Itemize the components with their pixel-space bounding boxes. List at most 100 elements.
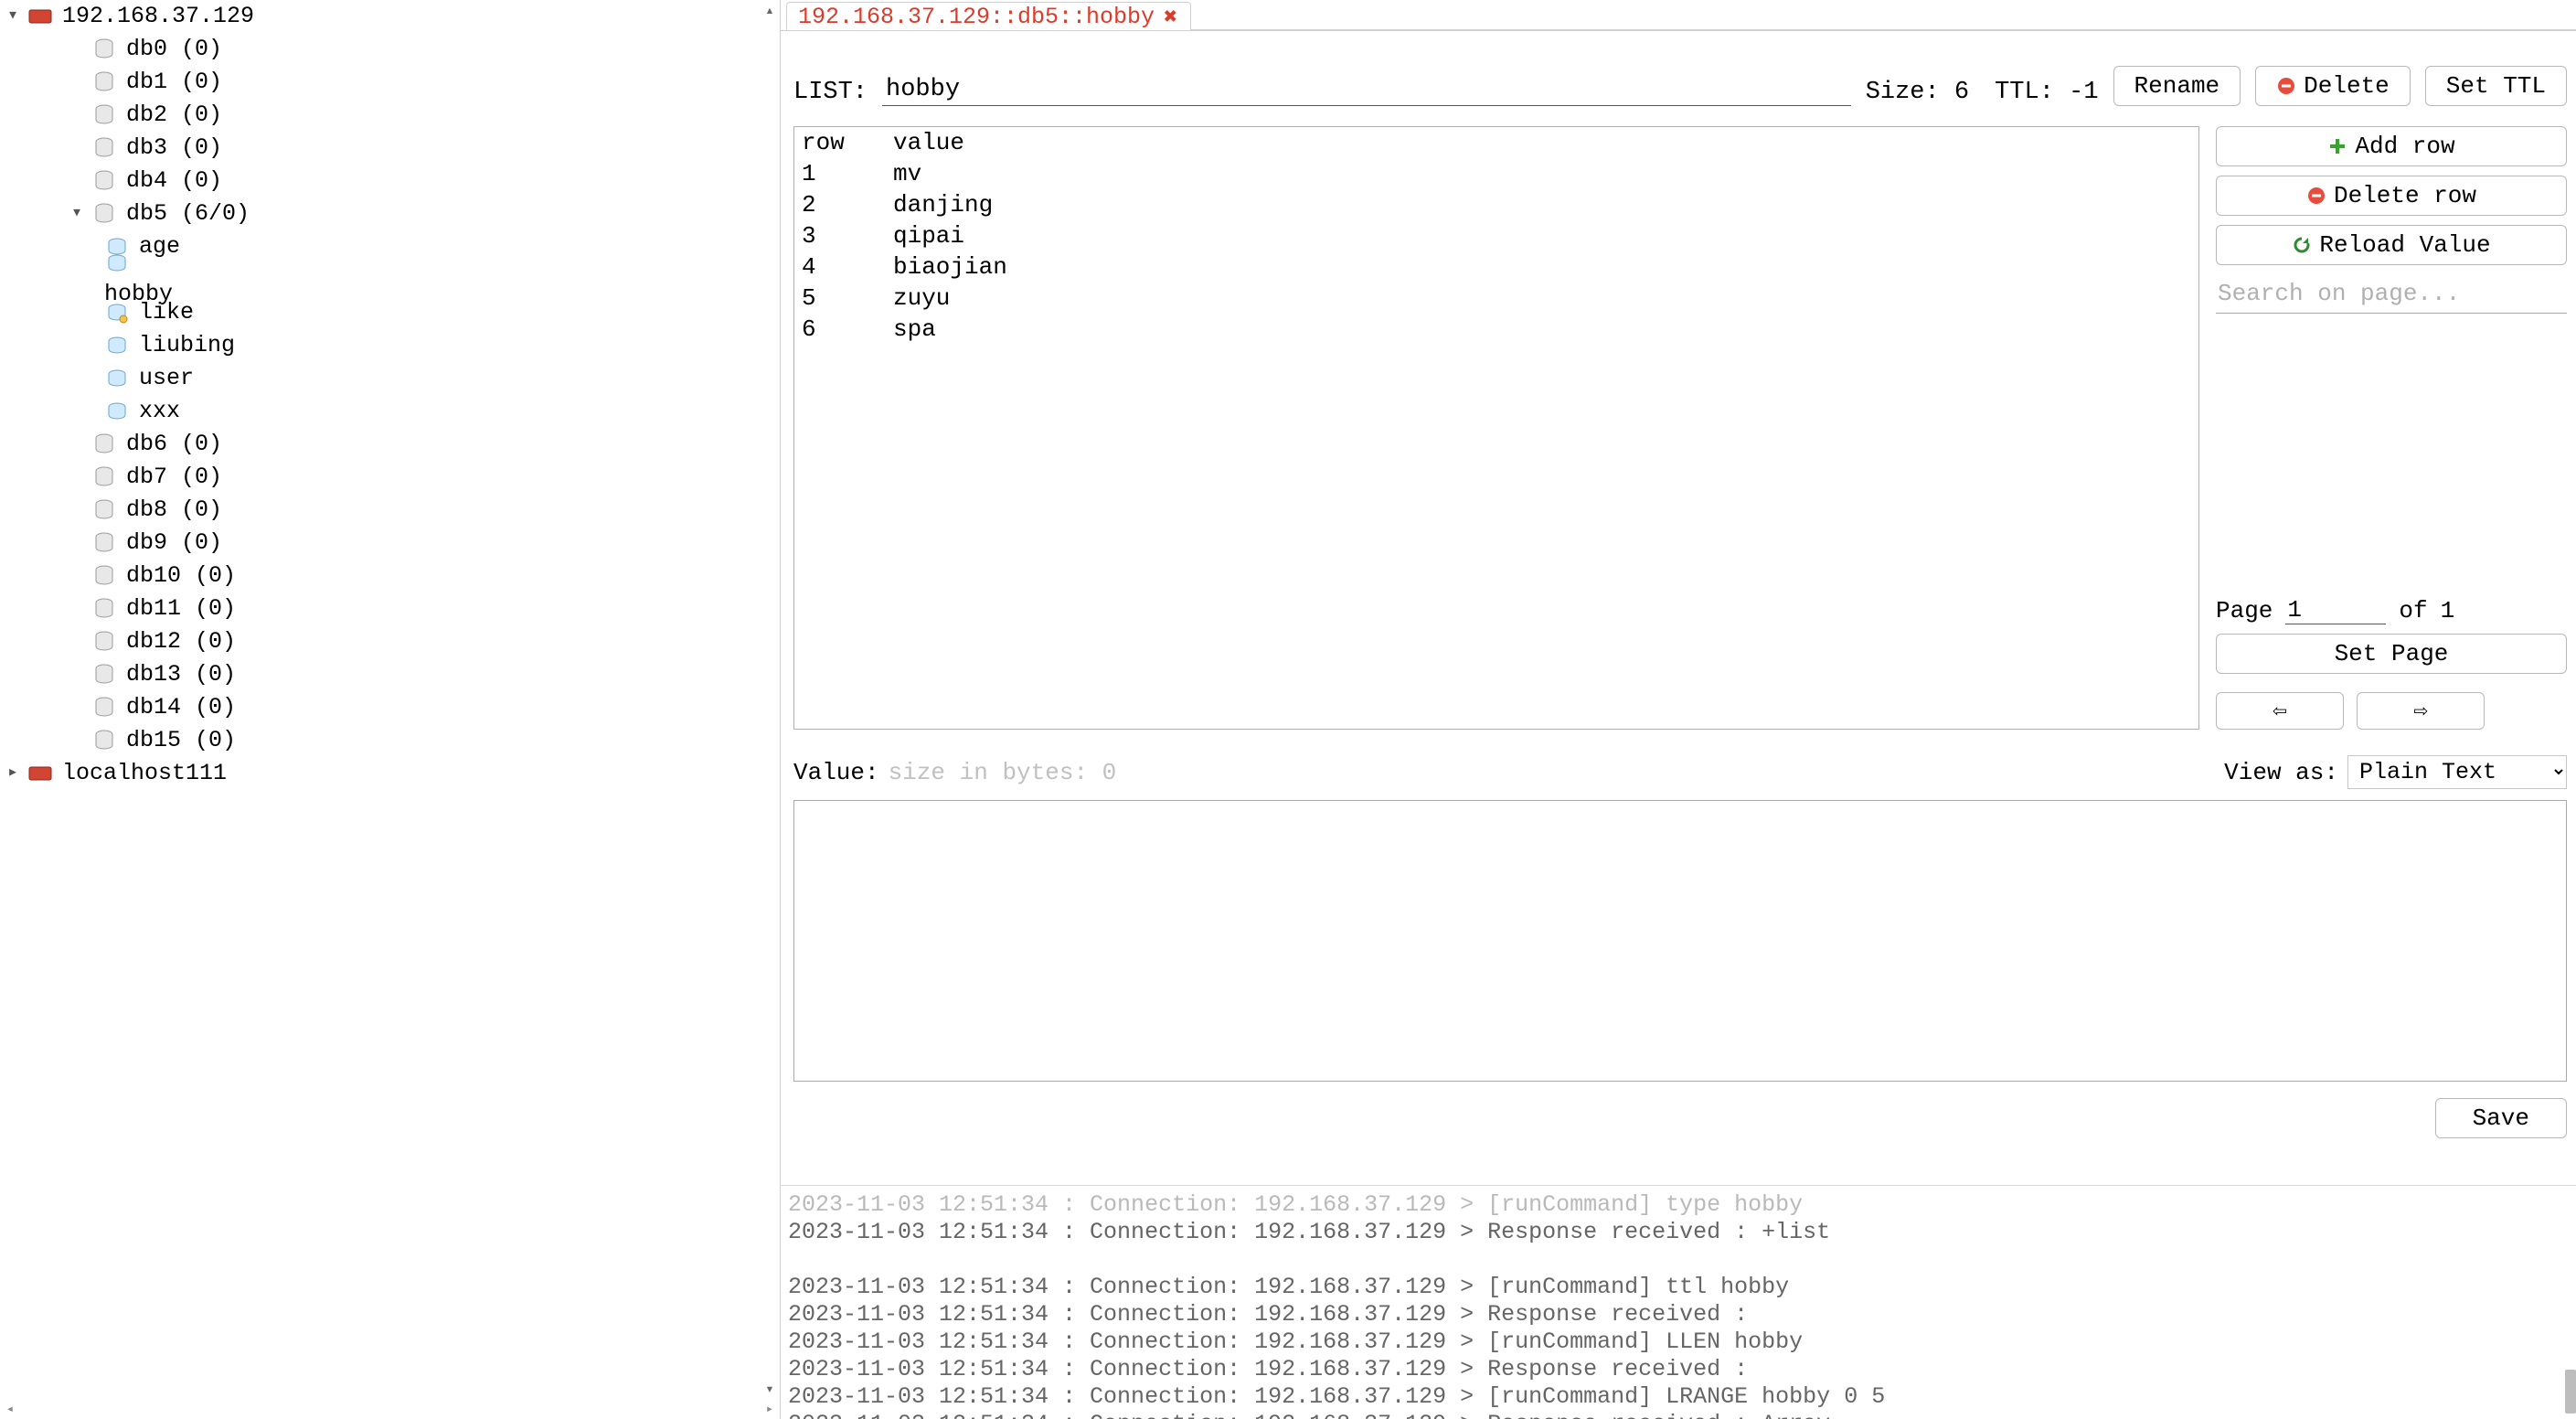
page-label: Page <box>2216 597 2273 624</box>
database-icon <box>90 496 119 525</box>
tree-server-2[interactable]: ▸ localhost111 <box>0 757 780 790</box>
reload-value-button[interactable]: Reload Value <box>2216 225 2567 265</box>
scroll-left-icon[interactable]: ◂ <box>0 1399 20 1419</box>
tab-title: 192.168.37.129::db5::hobby <box>798 4 1155 30</box>
tree-key-label: like <box>137 296 196 329</box>
tree-db-4[interactable]: · db4 (0) <box>0 165 780 197</box>
delete-button[interactable]: Delete <box>2255 66 2411 106</box>
scroll-right-icon[interactable]: ▸ <box>760 1399 780 1419</box>
database-icon <box>90 726 119 755</box>
next-page-button[interactable]: ⇨ <box>2357 692 2485 730</box>
database-icon <box>90 133 119 163</box>
console-line: 2023-11-03 12:51:34 : Connection: 192.16… <box>788 1328 1803 1355</box>
key-icon <box>102 364 132 393</box>
tree-key-label: xxx <box>137 395 182 428</box>
database-icon <box>90 660 119 689</box>
tree-server-1[interactable]: ▾ 192.168.37.129 <box>0 0 780 33</box>
tree-key-like[interactable]: like <box>0 296 780 329</box>
arrow-left-icon: ⇦ <box>2273 697 2287 725</box>
ttl-label: TTL: <box>1995 79 2054 106</box>
tree-key-user[interactable]: user <box>0 362 780 395</box>
tab-bar: 192.168.37.129::db5::hobby ✖ <box>781 0 2576 31</box>
tree-db-15[interactable]: ·db15 (0) <box>0 724 780 757</box>
database-icon <box>90 627 119 656</box>
col-row: row <box>794 127 886 158</box>
value-editor[interactable] <box>793 800 2567 1082</box>
table-row[interactable]: 1mv <box>794 158 2198 189</box>
tree-db-11[interactable]: ·db11 (0) <box>0 592 780 625</box>
database-icon <box>90 693 119 722</box>
tree-db-label: db8 (0) <box>124 494 224 527</box>
key-icon <box>102 331 132 360</box>
console-line: 2023-11-03 12:51:34 : Connection: 192.16… <box>788 1301 1748 1328</box>
database-icon <box>90 594 119 624</box>
tree-db-6[interactable]: ·db6 (0) <box>0 428 780 461</box>
tree-hscroll[interactable]: ◂ ▸ <box>0 1399 780 1419</box>
viewas-select[interactable]: Plain Text <box>2347 755 2567 789</box>
tree-db-label: db10 (0) <box>124 560 238 592</box>
console-line: 2023-11-03 12:51:34 : Connection: 192.16… <box>788 1383 1885 1410</box>
table-row[interactable]: 4biaojian <box>794 251 2198 283</box>
add-row-button[interactable]: Add row <box>2216 126 2567 166</box>
table-row[interactable]: 6spa <box>794 314 2198 345</box>
list-table[interactable]: row value 1mv 2danjing 3qipai 4biaojian … <box>793 126 2199 730</box>
database-icon <box>90 430 119 459</box>
tree-key-label: liubing <box>137 329 237 362</box>
set-ttl-button[interactable]: Set TTL <box>2425 66 2567 106</box>
database-icon <box>90 528 119 558</box>
chevron-right-icon[interactable]: ▸ <box>0 757 26 790</box>
server-icon <box>26 759 55 788</box>
tree-db-8[interactable]: ·db8 (0) <box>0 494 780 527</box>
tree-db-label: db5 (6/0) <box>124 197 251 230</box>
tree-db-0[interactable]: · db0 (0) <box>0 33 780 66</box>
tree-db-5[interactable]: ▾ db5 (6/0) <box>0 197 780 230</box>
delete-row-button[interactable]: Delete row <box>2216 176 2567 216</box>
tree-db-13[interactable]: ·db13 (0) <box>0 658 780 691</box>
tree-db-14[interactable]: ·db14 (0) <box>0 691 780 724</box>
value-label: Value: <box>793 759 879 786</box>
reload-icon <box>2292 235 2312 255</box>
tree-db-label: db3 (0) <box>124 132 224 165</box>
delete-icon <box>2276 76 2296 96</box>
save-button[interactable]: Save <box>2435 1098 2567 1138</box>
chevron-down-icon[interactable]: ▾ <box>64 197 90 230</box>
search-input[interactable] <box>2216 274 2567 314</box>
key-name-input[interactable] <box>882 74 1851 106</box>
tree-scroll-down-icon[interactable]: ▾ <box>760 1379 780 1399</box>
plus-icon <box>2327 136 2347 156</box>
tree-db-label: db2 (0) <box>124 99 224 132</box>
value-size-hint: size in bytes: 0 <box>889 759 1117 786</box>
ttl-value: -1 <box>2069 79 2098 106</box>
tree-db-2[interactable]: · db2 (0) <box>0 99 780 132</box>
console-log: 2023-11-03 12:51:34 : Connection: 192.16… <box>781 1185 2576 1419</box>
tab-key[interactable]: 192.168.37.129::db5::hobby ✖ <box>786 2 1191 30</box>
tree-key-xxx[interactable]: xxx <box>0 395 780 428</box>
table-row[interactable]: 5zuyu <box>794 283 2198 314</box>
tree-key-liubing[interactable]: liubing <box>0 329 780 362</box>
value-bar: Value: size in bytes: 0 View as: Plain T… <box>793 755 2567 789</box>
close-icon[interactable]: ✖ <box>1164 3 1177 31</box>
tree-key-label: user <box>137 362 196 395</box>
tree-db-label: db14 (0) <box>124 691 238 724</box>
key-icon <box>102 397 132 426</box>
prev-page-button[interactable]: ⇦ <box>2216 692 2344 730</box>
tree-db-10[interactable]: ·db10 (0) <box>0 560 780 592</box>
tree-db-label: db6 (0) <box>124 428 224 461</box>
tree-scroll-up-icon[interactable]: ▴ <box>760 0 780 20</box>
tree-key-hobby[interactable]: hobby <box>0 263 780 296</box>
console-line: 2023-11-03 12:51:34 : Connection: 192.16… <box>788 1191 1803 1218</box>
console-scrollbar[interactable] <box>2561 1186 2576 1419</box>
tree-db-7[interactable]: ·db7 (0) <box>0 461 780 494</box>
table-row[interactable]: 3qipai <box>794 220 2198 251</box>
rename-button[interactable]: Rename <box>2113 66 2241 106</box>
tree-db-9[interactable]: ·db9 (0) <box>0 527 780 560</box>
table-row[interactable]: 2danjing <box>794 189 2198 220</box>
tree-server-1-label: 192.168.37.129 <box>60 0 256 33</box>
set-page-button[interactable]: Set Page <box>2216 634 2567 674</box>
chevron-down-icon[interactable]: ▾ <box>0 0 26 33</box>
tree-db-3[interactable]: · db3 (0) <box>0 132 780 165</box>
database-icon <box>90 463 119 492</box>
page-input[interactable] <box>2285 596 2386 624</box>
tree-db-1[interactable]: · db1 (0) <box>0 66 780 99</box>
tree-db-12[interactable]: ·db12 (0) <box>0 625 780 658</box>
